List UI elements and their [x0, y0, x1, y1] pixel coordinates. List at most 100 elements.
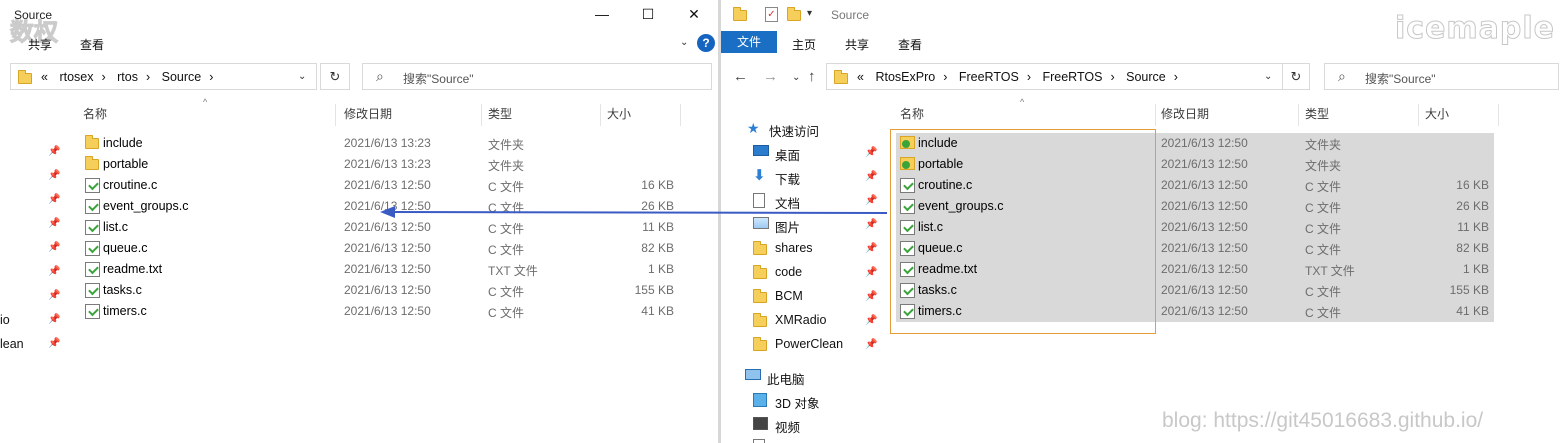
help-icon[interactable]: ? — [697, 34, 715, 52]
file-name: portable — [103, 157, 149, 171]
file-name: tasks.c — [103, 283, 142, 297]
pin-icon[interactable]: 📌 — [865, 219, 877, 230]
pin-icon[interactable]: 📌 — [48, 290, 60, 301]
file-row[interactable]: list.c 2021/6/13 12:50 C 文件 11 KB — [81, 217, 681, 238]
tab-view[interactable]: 查看 — [898, 36, 922, 53]
nav-item-partial[interactable]: lean — [0, 337, 24, 351]
column-header-type[interactable]: 类型 — [482, 104, 601, 126]
back-arrow-icon[interactable]: ← — [733, 68, 748, 85]
file-row[interactable]: croutine.c 2021/6/13 12:50 C 文件 16 KB — [81, 175, 681, 196]
chevron-right-icon: › — [1110, 70, 1115, 84]
column-header-name[interactable]: 名称 — [77, 104, 336, 126]
file-type: C 文件 — [488, 180, 525, 194]
column-header-date[interactable]: 修改日期 — [338, 104, 482, 126]
breadcrumb-item[interactable]: FreeRTOS — [1042, 70, 1102, 84]
folder-icon[interactable] — [733, 7, 747, 21]
breadcrumb-item[interactable]: FreeRTOS — [959, 70, 1019, 84]
column-header-size[interactable]: 大小 — [1419, 104, 1499, 126]
tab-file[interactable]: 文件 — [721, 31, 777, 53]
address-bar[interactable]: « RtosExPro › FreeRTOS › FreeRTOS › Source ›… — [826, 63, 1284, 90]
left-explorer-window: 数权 Source — ☐ ✕ 共享 查看 ⌄ ? « rtosex › rtos… — [0, 0, 719, 443]
pin-icon[interactable]: 📌 — [865, 195, 877, 206]
pin-icon[interactable]: 📌 — [865, 171, 877, 182]
search-input[interactable]: ⌕ 搜索"Source" — [1324, 63, 1559, 90]
nav-label: 3D 对象 — [775, 397, 820, 411]
recent-locations-icon[interactable]: ⌄ — [792, 72, 800, 83]
file-type: C 文件 — [1305, 222, 1342, 236]
file-date: 2021/6/13 12:50 — [344, 304, 431, 318]
breadcrumb-overflow[interactable]: « — [41, 70, 48, 84]
refresh-button[interactable]: ↻ — [1282, 63, 1310, 90]
file-date: 2021/6/13 12:50 — [1161, 199, 1248, 213]
search-placeholder: 搜索"Source" — [403, 72, 474, 86]
properties-icon[interactable]: ✓ — [765, 7, 778, 22]
breadcrumb-item[interactable]: Source — [162, 70, 202, 84]
customize-quick-access-icon[interactable]: ▾ — [807, 8, 812, 19]
file-row[interactable]: include 2021/6/13 13:23 文件夹 — [81, 133, 681, 154]
chevron-right-icon: › — [943, 70, 948, 84]
pin-icon[interactable]: 📌 — [48, 338, 60, 349]
column-header-name[interactable]: 名称 — [894, 104, 1156, 126]
new-folder-icon[interactable] — [787, 7, 801, 21]
minimize-button[interactable]: — — [592, 4, 612, 24]
c-file-icon — [85, 199, 100, 214]
breadcrumb-item[interactable]: RtosExPro — [875, 70, 935, 84]
file-row[interactable]: readme.txt 2021/6/13 12:50 TXT 文件 1 KB — [81, 259, 681, 280]
refresh-button[interactable]: ↻ — [320, 63, 350, 90]
file-type: 文件夹 — [1305, 138, 1342, 152]
breadcrumb-overflow[interactable]: « — [857, 70, 864, 84]
tab-share[interactable]: 共享 — [28, 36, 52, 53]
pin-icon[interactable]: 📌 — [48, 146, 60, 157]
breadcrumb-item[interactable]: Source — [1126, 70, 1166, 84]
pin-icon[interactable]: 📌 — [865, 339, 877, 350]
pin-icon[interactable]: 📌 — [48, 242, 60, 253]
file-row[interactable]: event_groups.c 2021/6/13 12:50 C 文件 26 KB — [81, 196, 681, 217]
up-arrow-icon[interactable]: ↑ — [808, 68, 816, 85]
chevron-right-icon: › — [1173, 70, 1178, 84]
pin-icon[interactable]: 📌 — [865, 291, 877, 302]
pin-icon[interactable]: 📌 — [865, 315, 877, 326]
file-date: 2021/6/13 12:50 — [344, 199, 431, 213]
forward-arrow-icon[interactable]: → — [763, 68, 778, 85]
tab-share[interactable]: 共享 — [845, 36, 869, 53]
file-type: C 文件 — [1305, 285, 1342, 299]
file-size: 41 KB — [1456, 304, 1489, 318]
tab-view[interactable]: 查看 — [80, 36, 104, 53]
pin-icon[interactable]: 📌 — [48, 194, 60, 205]
file-row[interactable]: tasks.c 2021/6/13 12:50 C 文件 155 KB — [81, 280, 681, 301]
nav-item-partial[interactable]: io — [0, 313, 10, 327]
file-name: croutine.c — [103, 178, 158, 192]
nav-label: 视频 — [775, 421, 801, 435]
pin-icon[interactable]: 📌 — [48, 266, 60, 277]
download-icon: ⬇ — [753, 167, 766, 184]
pin-icon[interactable]: 📌 — [865, 243, 877, 254]
chevron-down-icon[interactable]: ⌄ — [1264, 71, 1272, 82]
nav-label: 图片 — [775, 221, 801, 235]
file-row[interactable]: timers.c 2021/6/13 12:50 C 文件 41 KB — [81, 301, 681, 322]
chevron-right-icon: › — [209, 70, 214, 84]
pin-icon[interactable]: 📌 — [48, 218, 60, 229]
chevron-down-icon[interactable]: ⌄ — [298, 71, 306, 82]
file-type: 文件夹 — [488, 159, 525, 173]
address-bar[interactable]: « rtosex › rtos › Source › ⌄ — [10, 63, 317, 90]
file-row[interactable]: queue.c 2021/6/13 12:50 C 文件 82 KB — [81, 238, 681, 259]
column-header-size[interactable]: 大小 — [601, 104, 681, 126]
pin-icon[interactable]: 📌 — [48, 314, 60, 325]
close-button[interactable]: ✕ — [684, 4, 704, 24]
tab-home[interactable]: 主页 — [792, 36, 816, 53]
search-input[interactable]: ⌕ 搜索"Source" — [362, 63, 712, 90]
pin-icon[interactable]: 📌 — [865, 147, 877, 158]
breadcrumb-item[interactable]: rtosex — [59, 70, 93, 84]
column-header-date[interactable]: 修改日期 — [1155, 104, 1299, 126]
column-header-type[interactable]: 类型 — [1299, 104, 1419, 126]
c-file-icon — [85, 304, 100, 319]
file-row[interactable]: portable 2021/6/13 13:23 文件夹 — [81, 154, 681, 175]
pin-icon[interactable]: 📌 — [865, 267, 877, 278]
breadcrumb-item[interactable]: rtos — [117, 70, 138, 84]
file-type: C 文件 — [488, 222, 525, 236]
folder-icon — [85, 156, 99, 170]
chevron-down-icon[interactable]: ⌄ — [680, 37, 688, 48]
maximize-button[interactable]: ☐ — [638, 4, 658, 24]
file-date: 2021/6/13 12:50 — [344, 178, 431, 192]
pin-icon[interactable]: 📌 — [48, 170, 60, 181]
